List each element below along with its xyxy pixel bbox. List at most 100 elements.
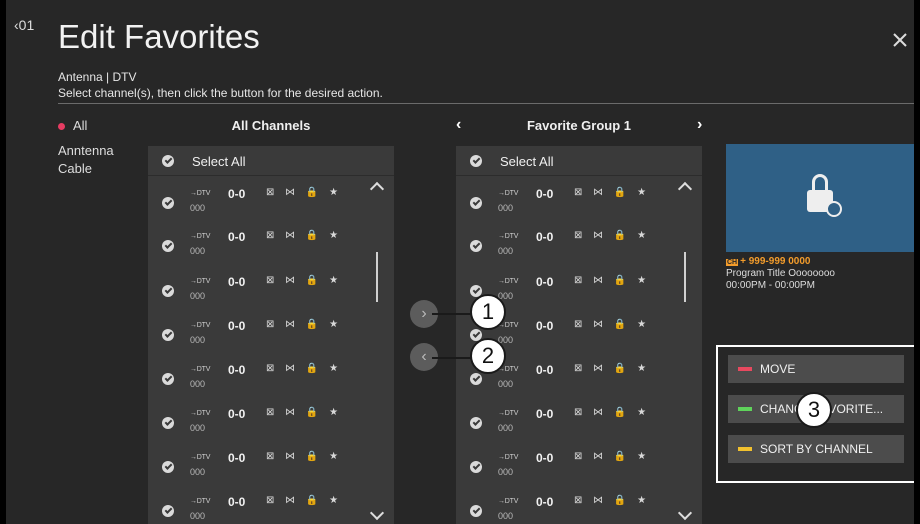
channel-indicator: ‹01 [14, 17, 35, 33]
channel-row[interactable]: →DTV 0-0 ⊠ ⋈ 🔒 ★ 000 [148, 270, 394, 312]
channel-number: 0-0 [536, 495, 554, 509]
source-label: →DTV [190, 410, 211, 417]
channel-row[interactable]: →DTV 0-0 ⊠ ⋈ 🔒 ★ 000 [148, 446, 394, 488]
sort-by-channel-button[interactable]: SORT BY CHANNEL [728, 435, 904, 463]
channel-status-icons: ⊠ ⋈ 🔒 ★ [574, 495, 651, 506]
channel-status-icons: ⊠ ⋈ 🔒 ★ [574, 230, 651, 241]
select-all-right[interactable]: Select All [456, 146, 702, 176]
callout-2: 2 [470, 338, 506, 374]
program-time: 00:00PM - 00:00PM [726, 280, 815, 291]
channel-number: 0-0 [228, 230, 246, 244]
channel-row[interactable]: →DTV 0-0 ⊠ ⋈ 🔒 ★ 000 [456, 402, 702, 444]
next-group-arrow[interactable]: › [697, 116, 702, 134]
channel-name: 000 [190, 203, 206, 213]
source-label: →DTV [498, 498, 519, 505]
category-antenna[interactable]: Anntenna [58, 143, 114, 158]
check-icon [162, 285, 174, 297]
select-all-label: Select All [192, 154, 246, 169]
check-icon [470, 505, 482, 517]
channel-number: 0-0 [536, 451, 554, 465]
channel-name: 000 [190, 246, 206, 256]
channel-name: 000 [498, 203, 514, 213]
callout-1-line [432, 313, 472, 315]
page-title: Edit Favorites [58, 18, 260, 55]
instructions: Select channel(s), then click the button… [58, 86, 383, 100]
source-label: →DTV [190, 190, 211, 197]
source-label: →DTV [190, 498, 211, 505]
channel-status-icons: ⊠ ⋈ 🔒 ★ [266, 363, 343, 374]
channel-number: 0-0 [536, 187, 554, 201]
check-icon [162, 197, 174, 209]
channel-number: 0-0 [536, 363, 554, 377]
channel-row[interactable]: →DTV 0-0 ⊠ ⋈ 🔒 ★ 000 [456, 490, 702, 524]
subtitle: Antenna | DTV [58, 70, 137, 84]
channel-number: 0-0 [228, 407, 246, 421]
channel-name: 000 [190, 379, 206, 389]
favorite-group-title: Favorite Group 1 [526, 118, 632, 133]
selected-dot-icon [58, 123, 65, 131]
channel-status-icons: ⊠ ⋈ 🔒 ★ [574, 275, 651, 286]
favorite-group-list[interactable]: Select All →DTV 0-0 ⊠ ⋈ 🔒 ★ 000 →DTV 0-0… [456, 146, 702, 524]
header-divider [58, 103, 916, 104]
move-label: MOVE [760, 362, 796, 376]
category-all[interactable]: All [58, 118, 87, 133]
scrollbar[interactable] [376, 252, 378, 302]
channel-row[interactable]: →DTV 0-0 ⊠ ⋈ 🔒 ★ 000 [456, 225, 702, 267]
channel-row[interactable]: →DTV 0-0 ⊠ ⋈ 🔒 ★ 000 [148, 490, 394, 524]
source-label: →DTV [190, 454, 211, 461]
channel-status-icons: ⊠ ⋈ 🔒 ★ [266, 407, 343, 418]
close-icon[interactable] [890, 30, 910, 50]
category-label: All [73, 118, 88, 133]
edit-favorites-screen: ‹01 Edit Favorites Antenna | DTV Select … [0, 0, 920, 524]
channel-number: 0-0 [228, 451, 246, 465]
channel-row[interactable]: →DTV 0-0 ⊠ ⋈ 🔒 ★ 000 [456, 446, 702, 488]
channel-row[interactable]: →DTV 0-0 ⊠ ⋈ 🔒 ★ 000 [148, 358, 394, 400]
channel-row[interactable]: →DTV 0-0 ⊠ ⋈ 🔒 ★ 000 [456, 182, 702, 224]
channel-row[interactable]: →DTV 0-0 ⊠ ⋈ 🔒 ★ 000 [148, 314, 394, 356]
red-key-icon [738, 367, 752, 371]
channel-number: 0-0 [536, 230, 554, 244]
check-icon [470, 197, 482, 209]
channel-name: 000 [190, 335, 206, 345]
channel-name: 000 [498, 379, 514, 389]
all-channels-title: All Channels [231, 118, 311, 133]
check-icon [162, 329, 174, 341]
scrollbar[interactable] [684, 252, 686, 302]
channel-status-icons: ⊠ ⋈ 🔒 ★ [266, 319, 343, 330]
channel-number: 0-0 [228, 187, 246, 201]
source-label: →DTV [498, 410, 519, 417]
channel-status-icons: ⊠ ⋈ 🔒 ★ [266, 451, 343, 462]
check-icon [470, 373, 482, 385]
callout-3: 3 [796, 392, 832, 428]
channel-name: 000 [498, 423, 514, 433]
check-icon [470, 461, 482, 473]
move-button[interactable]: MOVE [728, 355, 904, 383]
channel-name: 000 [498, 467, 514, 477]
channel-preview [726, 144, 916, 252]
category-cable[interactable]: Cable [58, 161, 92, 176]
channel-number: 0-0 [228, 275, 246, 289]
channel-status-icons: ⊠ ⋈ 🔒 ★ [574, 407, 651, 418]
channel-number: 0-0 [228, 319, 246, 333]
channel-name: 000 [190, 423, 206, 433]
channel-name: 000 [190, 291, 206, 301]
source-label: →DTV [498, 233, 519, 240]
channel-name: 000 [190, 511, 206, 521]
green-key-icon [738, 407, 752, 411]
select-all-left[interactable]: Select All [148, 146, 394, 176]
channel-status-icons: ⊠ ⋈ 🔒 ★ [266, 495, 343, 506]
check-icon [162, 461, 174, 473]
channel-number: 0-0 [228, 363, 246, 377]
channel-row[interactable]: →DTV 0-0 ⊠ ⋈ 🔒 ★ 000 [148, 402, 394, 444]
check-icon [470, 155, 482, 167]
channel-row[interactable]: →DTV 0-0 ⊠ ⋈ 🔒 ★ 000 [148, 225, 394, 267]
channel-number: 0-0 [536, 275, 554, 289]
all-channels-list[interactable]: Select All →DTV 0-0 ⊠ ⋈ 🔒 ★ 000 →DTV 0-0… [148, 146, 394, 524]
source-label: →DTV [190, 366, 211, 373]
channel-status-icons: ⊠ ⋈ 🔒 ★ [574, 451, 651, 462]
program-title: Program Title Oooooooo [726, 268, 835, 279]
source-label: →DTV [498, 190, 519, 197]
source-label: →DTV [190, 322, 211, 329]
channel-status-icons: ⊠ ⋈ 🔒 ★ [266, 187, 343, 198]
channel-row[interactable]: →DTV 0-0 ⊠ ⋈ 🔒 ★ 000 [148, 182, 394, 224]
